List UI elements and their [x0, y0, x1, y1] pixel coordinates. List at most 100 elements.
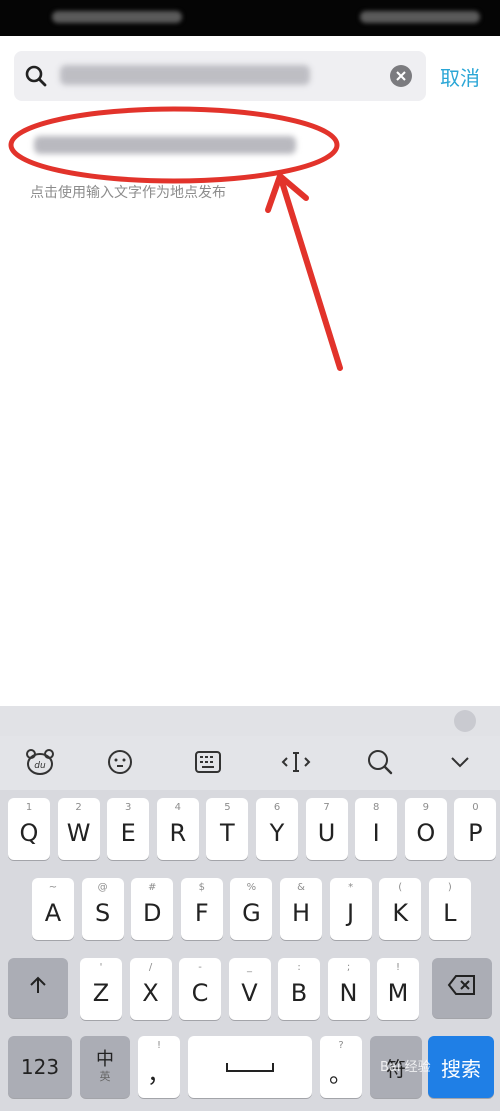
key-symbol-hint: - [198, 962, 202, 973]
clear-icon[interactable] [390, 65, 412, 87]
period-label: 。 [329, 1059, 353, 1088]
suggestion-text-blurred [34, 136, 296, 154]
key-letter: S [94, 899, 111, 927]
key-symbol-hint: _ [247, 962, 252, 973]
search-submit-label: 搜索 [441, 1056, 481, 1081]
key-letter: D [142, 899, 162, 927]
search-submit-key[interactable]: 搜索 [428, 1036, 494, 1098]
keyboard-toolbar: du [0, 736, 500, 790]
key-w[interactable]: 2W [57, 798, 100, 860]
key-d[interactable]: # D [131, 878, 174, 940]
key-e[interactable]: 3E [107, 798, 150, 860]
key-letter: R [169, 819, 187, 847]
key-u[interactable]: 7U [305, 798, 348, 860]
search-input-blurred[interactable] [60, 65, 310, 85]
chevron-down-icon[interactable] [444, 746, 476, 778]
cancel-button[interactable]: 取消 [440, 62, 480, 91]
key-j[interactable]: * J [329, 878, 372, 940]
watermark-text: Bai 经验 [380, 1060, 431, 1075]
key-letter: T [220, 819, 235, 847]
key-letter: E [120, 819, 136, 847]
backspace-icon [447, 974, 477, 1002]
key-letter: H [291, 899, 311, 927]
key-symbol-hint: 8 [373, 802, 380, 813]
key-symbol-hint: 7 [323, 802, 330, 813]
backspace-key[interactable] [432, 958, 492, 1018]
key-symbol-hint: : [297, 962, 301, 973]
search-icon [24, 64, 48, 88]
key-y[interactable]: 6Y [256, 798, 298, 860]
language-toggle-key[interactable]: 中 英 [80, 1036, 130, 1098]
key-i[interactable]: 8I [355, 798, 398, 860]
profile-icon[interactable] [454, 710, 476, 732]
key-symbol-hint: 2 [75, 802, 82, 813]
key-letter: N [339, 979, 358, 1007]
hint-text: 点击使用输入文字作为地点发布 [30, 185, 226, 201]
shift-key[interactable] [8, 958, 68, 1018]
key-z[interactable]: ' Z [80, 958, 122, 1020]
key-letter: I [372, 819, 380, 847]
key-symbol-hint: 1 [25, 802, 33, 813]
key-l[interactable]: ) L [428, 878, 471, 940]
key-letter: O [416, 819, 436, 847]
key-r[interactable]: 4R [156, 798, 199, 860]
period-key[interactable]: ? 。 [320, 1036, 362, 1098]
key-symbol-hint: # [147, 882, 157, 893]
lang-main-label: 中 [96, 1049, 114, 1070]
key-symbol-hint: ! [395, 962, 400, 973]
key-m[interactable]: ! M [377, 958, 419, 1020]
key-t[interactable]: 5T [206, 798, 249, 860]
key-v[interactable]: _ V [228, 958, 271, 1020]
key-letter: J [347, 899, 355, 927]
key-q[interactable]: 1Q [8, 798, 50, 860]
key-letter: A [44, 899, 62, 927]
key-symbol-hint: ( [398, 882, 403, 893]
emoji-icon[interactable] [104, 746, 136, 778]
comma-key[interactable]: ! ， [138, 1036, 180, 1098]
period-symbol-hint: ? [338, 1040, 344, 1051]
annotation-arrow-head [265, 173, 309, 213]
key-c[interactable]: -C [179, 958, 221, 1020]
key-letter: K [392, 899, 409, 927]
keyboard-icon[interactable] [192, 746, 224, 778]
annotation-arrow-line [279, 179, 343, 371]
key-symbol-hint: 5 [224, 802, 231, 813]
key-letter: W [66, 819, 91, 847]
keyboard: du 1Q2W3E4R5T6Y7U8I9O0P ~ A @ S # D $ F% G & H * J(K… [0, 706, 500, 1111]
search-box[interactable] [14, 51, 426, 101]
key-p[interactable]: 0P [454, 798, 497, 860]
key-symbol-hint: ) [447, 882, 452, 893]
key-symbol-hint: 4 [174, 802, 181, 813]
key-symbol-hint: % [246, 882, 257, 893]
comma-label: ， [147, 1059, 171, 1088]
key-f[interactable]: $ F [180, 878, 223, 940]
space-key[interactable] [188, 1036, 312, 1098]
key-letter: F [194, 899, 209, 927]
key-s[interactable]: @ S [81, 878, 124, 940]
key-symbol-hint: ~ [48, 882, 58, 893]
key-letter: Z [92, 979, 110, 1007]
key-letter: X [142, 979, 159, 1007]
key-letter: Y [269, 819, 285, 847]
key-symbol-hint: 6 [273, 802, 281, 813]
key-b[interactable]: :B [278, 958, 320, 1020]
key-o[interactable]: 9O [404, 798, 447, 860]
du-logo-icon[interactable]: du [24, 746, 56, 778]
key-x[interactable]: / X [129, 958, 172, 1020]
cursor-icon[interactable] [280, 746, 312, 778]
key-h[interactable]: & H [280, 878, 322, 940]
key-letter: G [242, 899, 261, 927]
location-suggestion[interactable] [20, 118, 340, 174]
key-letter: C [191, 979, 209, 1007]
key-letter: Q [19, 819, 39, 847]
key-n[interactable]: ; N [327, 958, 370, 1020]
key-g[interactable]: % G [230, 878, 273, 940]
status-carrier-blurred [52, 11, 182, 23]
key-letter: L [443, 899, 457, 927]
key-letter: U [317, 819, 336, 847]
number-mode-key[interactable]: 123 [8, 1036, 72, 1098]
key-k[interactable]: (K [379, 878, 422, 940]
key-letter: B [290, 979, 308, 1007]
search-icon[interactable] [364, 746, 396, 778]
key-a[interactable]: ~ A [32, 878, 74, 940]
